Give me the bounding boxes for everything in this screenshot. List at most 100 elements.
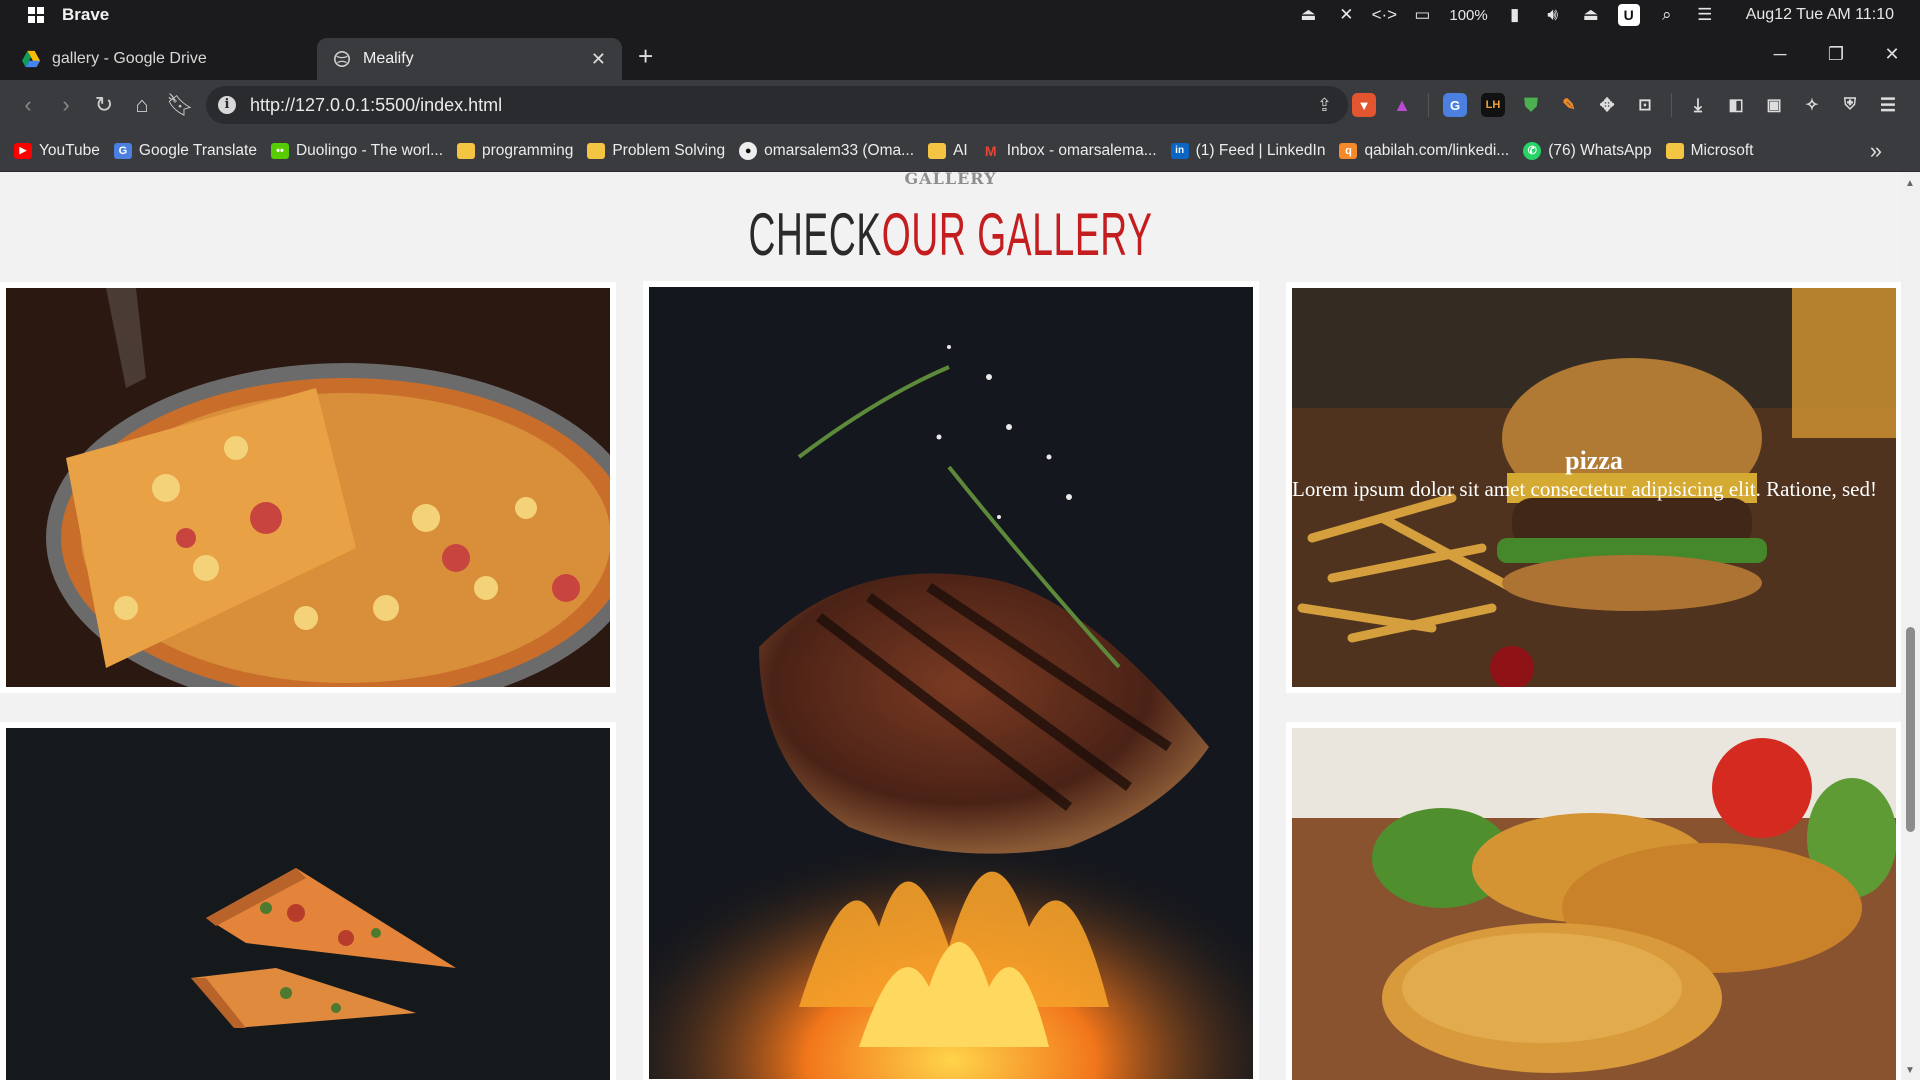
bookmark-ai[interactable]: AI xyxy=(928,142,968,160)
toggle-icon[interactable]: ☰ xyxy=(1694,4,1716,26)
google-drive-icon xyxy=(22,50,40,68)
restore-icon[interactable]: ❐ xyxy=(1808,44,1864,65)
search-icon[interactable]: ⌕ xyxy=(1656,4,1678,26)
gallery-item-steak[interactable] xyxy=(643,281,1259,1080)
title-accent: OUR GALLERY xyxy=(881,201,1153,268)
address-bar[interactable]: i http://127.0.0.1:5500/index.html ⇪ xyxy=(206,86,1348,124)
display-icon[interactable]: ▭ xyxy=(1411,4,1433,26)
extensions-icon[interactable]: ✥ xyxy=(1595,93,1619,117)
volume-icon[interactable]: 🔊︎ xyxy=(1542,4,1564,26)
reload-icon[interactable]: ↻ xyxy=(85,92,123,118)
close-tab-icon[interactable]: ✕ xyxy=(591,49,606,70)
lighthouse-ext-icon[interactable]: LH xyxy=(1481,93,1505,117)
github-icon: ● xyxy=(739,141,758,160)
site-info-icon[interactable]: i xyxy=(218,96,236,114)
folder-icon xyxy=(1665,142,1684,159)
bookmark-whatsapp[interactable]: ✆ (76) WhatsApp xyxy=(1523,141,1652,160)
close-window-icon[interactable]: ✕ xyxy=(1864,44,1920,65)
scroll-up-icon[interactable]: ▲ xyxy=(1905,178,1915,189)
globe-icon xyxy=(333,50,351,68)
battery-percent: 100% xyxy=(1449,6,1488,24)
url-text: http://127.0.0.1:5500/index.html xyxy=(250,94,503,115)
bookmark-microsoft[interactable]: Microsoft xyxy=(1665,142,1753,160)
bookmark-qabilah[interactable]: q qabilah.com/linkedi... xyxy=(1339,142,1509,160)
bookmark-duolingo[interactable]: •• Duolingo - The worl... xyxy=(270,142,443,160)
toolbar-divider xyxy=(1671,93,1672,117)
gallery-item-burger[interactable]: pizza Lorem ipsum dolor sit amet consect… xyxy=(1286,282,1901,693)
home-icon[interactable]: ⌂ xyxy=(123,92,161,118)
brave-shields-icon[interactable]: ▼ xyxy=(1352,93,1376,117)
toolbar-divider xyxy=(1428,93,1429,117)
windows-icon[interactable] xyxy=(28,7,44,23)
gallery-item-pizza-slice[interactable] xyxy=(0,282,616,693)
gallery-overlay: pizza Lorem ipsum dolor sit amet consect… xyxy=(1292,288,1896,687)
bookmark-programming[interactable]: programming xyxy=(457,142,573,160)
eject-circle-icon[interactable]: ⏏ xyxy=(1297,4,1319,26)
page-viewport: GALLERY CHECKOUR GALLERY pizza Lorem ips… xyxy=(0,172,1901,1080)
eject-icon[interactable]: ⏏ xyxy=(1580,4,1602,26)
extensions-area: ▼ ▲ G LH ⛊ ✎ ✥ ⊡ ⤓ ◧ ▣ ✧ ⛨ ☰ xyxy=(1352,80,1900,130)
folder-icon xyxy=(457,142,475,159)
tab-mealify[interactable]: Mealify ✕ xyxy=(317,38,622,80)
wallet-icon[interactable]: ▣ xyxy=(1762,93,1786,117)
bluetooth-off-icon[interactable]: ✕ xyxy=(1335,4,1357,26)
system-tray: ⏏ ✕ <·> ▭ 100% ▮ 🔊︎ ⏏ U ⌕ ☰ Aug12 Tue AM… xyxy=(1297,0,1894,30)
scroll-thumb[interactable] xyxy=(1906,627,1915,832)
scroll-down-icon[interactable]: ▼ xyxy=(1905,1065,1915,1076)
back-icon[interactable]: ‹ xyxy=(9,92,47,118)
overlay-text: Lorem ipsum dolor sit amet consectetur a… xyxy=(1292,476,1877,501)
screenshot-icon[interactable]: ⊡ xyxy=(1633,93,1657,117)
tab-title: Mealify xyxy=(363,50,414,67)
gallery-item-flying-pizza[interactable] xyxy=(0,722,616,1080)
tab-strip: gallery - Google Drive Mealify ✕ + xyxy=(0,30,1920,80)
bookmark-youtube[interactable]: ▶ YouTube xyxy=(14,142,100,160)
window-controls: ─ ❐ ✕ xyxy=(1752,30,1920,78)
leo-ai-icon[interactable]: ✧ xyxy=(1800,93,1824,117)
youtube-icon: ▶ xyxy=(14,142,32,159)
pen-ext-icon[interactable]: ✎ xyxy=(1557,93,1581,117)
whatsapp-icon: ✆ xyxy=(1523,141,1542,160)
overlay-heading: pizza xyxy=(1565,445,1623,475)
tab-title: gallery - Google Drive xyxy=(52,50,207,67)
bookmark-github[interactable]: ● omarsalem33 (Oma... xyxy=(739,141,914,160)
bookmark-linkedin[interactable]: in (1) Feed | LinkedIn xyxy=(1170,142,1325,160)
flying-pizza-photo xyxy=(6,728,610,1080)
os-taskbar: Brave ⏏ ✕ <·> ▭ 100% ▮ 🔊︎ ⏏ U ⌕ ☰ Aug12 … xyxy=(0,0,1920,30)
clock: Aug12 Tue AM 11:10 xyxy=(1745,6,1894,23)
bookmark-icon[interactable]: 🔖︎ xyxy=(161,92,199,118)
bookmarks-bar: ▶ YouTube G Google Translate •• Duolingo - … xyxy=(0,130,1920,172)
folder-icon xyxy=(587,142,606,159)
linkedin-icon: in xyxy=(1170,142,1189,159)
folder-icon xyxy=(928,142,947,159)
new-tab-button[interactable]: + xyxy=(638,41,653,72)
duolingo-icon: •• xyxy=(270,142,289,159)
brave-rewards-icon[interactable]: ▲ xyxy=(1390,93,1414,117)
bookmarks-overflow-icon[interactable]: » xyxy=(1870,138,1882,164)
section-title: CHECKOUR GALLERY xyxy=(361,200,1540,269)
download-icon[interactable]: ⤓ xyxy=(1686,93,1710,117)
tab-google-drive[interactable]: gallery - Google Drive xyxy=(6,38,311,80)
google-translate-ext-icon[interactable]: G xyxy=(1443,93,1467,117)
qabilah-icon: q xyxy=(1339,142,1358,159)
forward-icon[interactable]: › xyxy=(47,92,85,118)
vpn-icon[interactable]: ⛨ xyxy=(1838,93,1862,117)
shield-ext-icon[interactable]: ⛊ xyxy=(1519,93,1543,117)
u-app-icon[interactable]: U xyxy=(1617,4,1640,26)
minimize-icon[interactable]: ─ xyxy=(1752,44,1808,65)
pizza-photo xyxy=(6,288,610,687)
google-translate-icon: G xyxy=(113,142,132,159)
share-icon[interactable]: ⇪ xyxy=(1317,95,1332,116)
bookmark-google-translate[interactable]: G Google Translate xyxy=(113,142,257,160)
bookmark-problem-solving[interactable]: Problem Solving xyxy=(587,142,725,160)
fried-chicken-photo xyxy=(1292,728,1896,1080)
browser-toolbar: ‹ › ↻ ⌂ 🔖︎ i http://127.0.0.1:5500/index… xyxy=(0,80,1920,130)
gmail-icon: M xyxy=(984,142,997,159)
code-icon[interactable]: <·> xyxy=(1372,4,1398,26)
bookmark-gmail[interactable]: M Inbox - omarsalema... xyxy=(982,142,1157,160)
title-main: CHECK xyxy=(748,201,882,268)
menu-icon[interactable]: ☰ xyxy=(1876,93,1900,117)
page-scrollbar[interactable]: ▲ ▼ xyxy=(1901,172,1920,1080)
gallery-item-fried-chicken[interactable] xyxy=(1286,722,1901,1080)
battery-icon[interactable]: ▮ xyxy=(1504,4,1526,26)
sidebar-icon[interactable]: ◧ xyxy=(1724,93,1748,117)
